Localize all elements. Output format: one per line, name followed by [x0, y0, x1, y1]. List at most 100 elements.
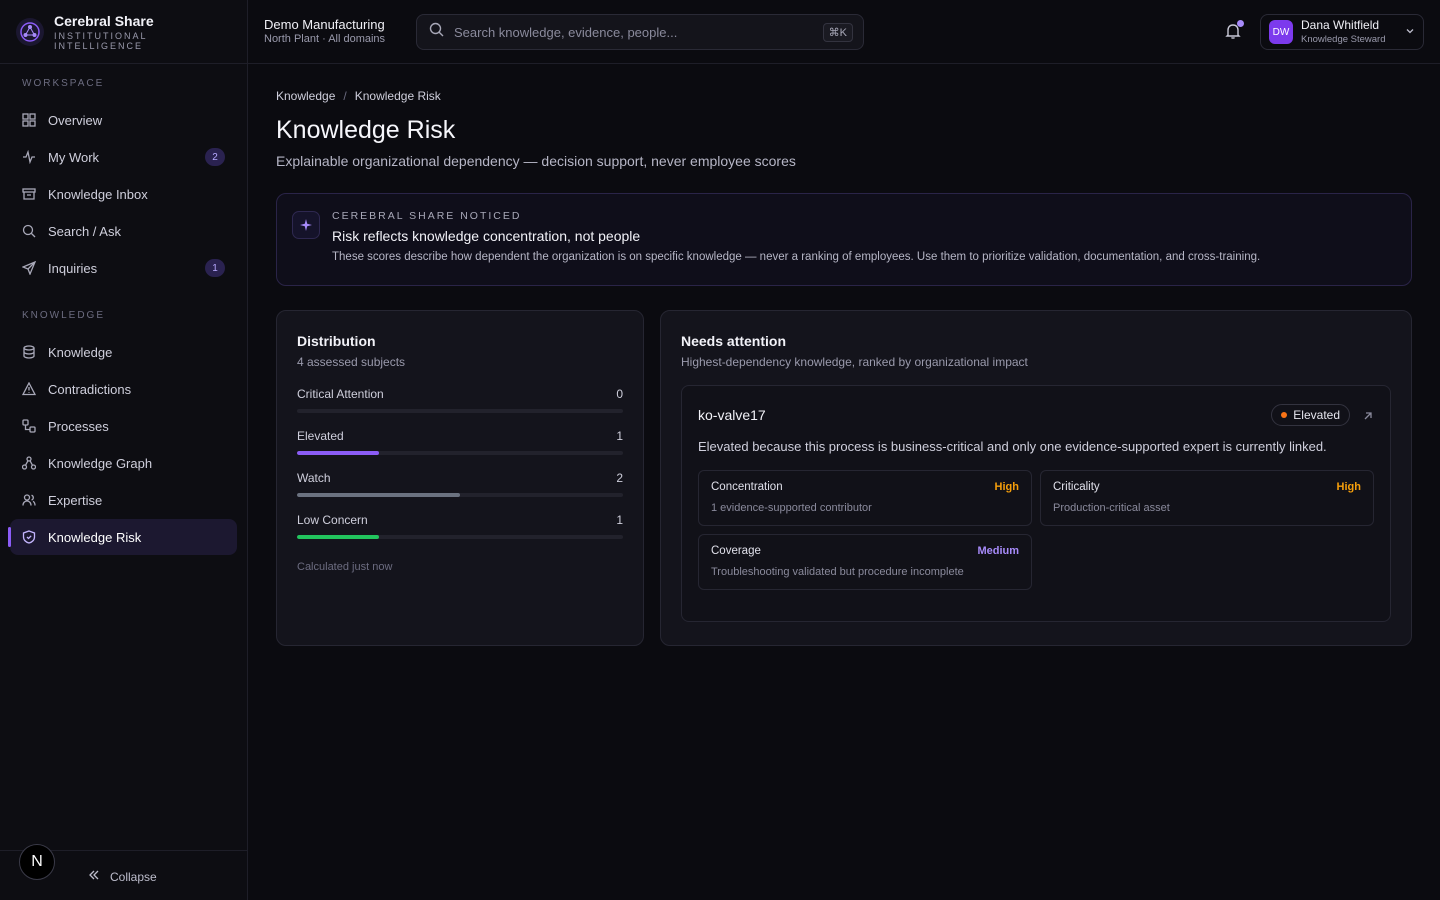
breadcrumb: Knowledge / Knowledge Risk — [276, 89, 1412, 103]
needs-attention-card: Needs attention Highest-dependency knowl… — [660, 310, 1412, 646]
sidebar-item-label: Knowledge — [48, 344, 113, 360]
distribution-bar — [297, 451, 623, 455]
avatar: DW — [1269, 20, 1293, 44]
sidebar-item-label: Processes — [48, 418, 109, 434]
grid-icon — [22, 113, 36, 127]
row-label: Watch — [297, 471, 331, 485]
sidebar-item-label: Expertise — [48, 492, 103, 508]
sidebar-item-label: Knowledge Graph — [48, 455, 153, 471]
risk-item-description: Elevated because this process is busines… — [698, 439, 1327, 454]
count-badge: 1 — [205, 259, 225, 277]
sidebar-item-inquiries[interactable]: Inquiries 1 — [10, 250, 237, 286]
breadcrumb-parent[interactable]: Knowledge — [276, 89, 335, 103]
factor-level: High — [994, 481, 1019, 493]
distribution-bar-fill — [297, 451, 379, 455]
row-count: 1 — [616, 513, 623, 527]
workflow-icon — [22, 419, 36, 433]
sidebar-item-expertise[interactable]: Expertise — [10, 482, 237, 518]
sidebar-footer: N Collapse — [0, 844, 247, 900]
factor-name: Concentration — [711, 481, 783, 493]
distribution-bar — [297, 493, 623, 497]
sidebar-item-knowledge[interactable]: Knowledge — [10, 334, 237, 370]
brand-name: Cerebral Share — [54, 12, 154, 29]
sidebar-item-label: My Work — [48, 149, 100, 165]
distribution-row-low-concern: Low Concern 1 — [297, 513, 623, 539]
factor-detail: 1 evidence-supported contributor — [711, 502, 872, 514]
brand[interactable]: Cerebral Share INSTITUTIONAL INTELLIGENC… — [0, 0, 247, 64]
sidebar-item-label: Knowledge Risk — [48, 529, 142, 545]
org-name: Demo Manufacturing — [264, 17, 385, 32]
status-badge: Elevated — [1271, 404, 1350, 426]
breadcrumb-current: Knowledge Risk — [354, 89, 441, 103]
factor-level: High — [1336, 481, 1361, 493]
sidebar-item-contradictions[interactable]: Contradictions — [10, 371, 237, 407]
external-link-icon[interactable] — [1362, 409, 1374, 421]
breadcrumb-separator: / — [343, 89, 347, 103]
database-icon — [22, 345, 36, 359]
notifications-button[interactable] — [1224, 20, 1244, 44]
notice-banner: CEREBRAL SHARE NOTICED Risk reflects kno… — [276, 193, 1412, 286]
nav-section-knowledge: KNOWLEDGE — [22, 310, 106, 321]
factor-detail: Troubleshooting validated but procedure … — [711, 566, 964, 578]
notification-dot — [1237, 20, 1244, 27]
main-content: Knowledge / Knowledge Risk Knowledge Ris… — [276, 64, 1412, 646]
topbar: Demo Manufacturing North Plant · All dom… — [248, 0, 1440, 64]
activity-icon — [22, 150, 36, 164]
sidebar-item-processes[interactable]: Processes — [10, 408, 237, 444]
count-badge: 2 — [205, 148, 225, 166]
row-label: Low Concern — [297, 513, 368, 527]
send-icon — [22, 261, 36, 275]
chevrons-left-icon — [88, 869, 100, 884]
sidebar-item-my-work[interactable]: My Work 2 — [10, 139, 237, 175]
sidebar-item-label: Search / Ask — [48, 223, 121, 239]
search-input[interactable] — [454, 24, 813, 40]
users-icon — [22, 493, 36, 507]
distribution-bar-fill — [297, 535, 379, 539]
sidebar-item-label: Overview — [48, 112, 103, 128]
sidebar-item-overview[interactable]: Overview — [10, 102, 237, 138]
sidebar-item-label: Knowledge Inbox — [48, 186, 148, 202]
shield-icon — [22, 530, 36, 544]
org-switcher[interactable]: Demo Manufacturing North Plant · All dom… — [264, 17, 385, 46]
distribution-bar-fill — [297, 493, 460, 497]
shortcut-hint: ⌘K — [822, 22, 853, 42]
warning-icon — [22, 382, 36, 396]
app-avatar[interactable]: N — [19, 844, 55, 880]
org-scope: North Plant · All domains — [264, 33, 386, 45]
notice-title: Risk reflects knowledge concentration, n… — [332, 228, 641, 244]
notice-label: CEREBRAL SHARE NOTICED — [332, 210, 522, 222]
user-menu[interactable]: DW Dana Whitfield Knowledge Steward — [1260, 14, 1424, 50]
nav-section-workspace: WORKSPACE — [22, 78, 105, 89]
search-icon — [22, 224, 36, 238]
page-title: Knowledge Risk — [276, 116, 456, 144]
needs-attention-subtitle: Highest-dependency knowledge, ranked by … — [681, 355, 1028, 369]
factor-detail: Production-critical asset — [1053, 502, 1170, 514]
sidebar-item-knowledge-graph[interactable]: Knowledge Graph — [10, 445, 237, 481]
bell-icon — [1224, 24, 1242, 44]
distribution-subtitle: 4 assessed subjects — [297, 355, 406, 369]
status-dot — [1281, 412, 1288, 418]
risk-item-name: ko-valve17 — [698, 407, 766, 423]
collapse-button[interactable]: Collapse — [88, 869, 157, 884]
user-name: Dana Whitfield — [1301, 18, 1380, 32]
status-label: Elevated — [1293, 408, 1340, 422]
sidebar: Cerebral Share INSTITUTIONAL INTELLIGENC… — [0, 0, 248, 900]
factor-name: Criticality — [1053, 481, 1100, 493]
risk-item[interactable]: ko-valve17 Elevated Elevated because thi… — [681, 385, 1391, 622]
graph-icon — [22, 456, 36, 470]
sidebar-item-search-ask[interactable]: Search / Ask — [10, 213, 237, 249]
chevron-down-icon — [1405, 23, 1415, 41]
sidebar-item-knowledge-risk[interactable]: Knowledge Risk — [8, 519, 237, 555]
factor-name: Coverage — [711, 545, 761, 557]
factor-criticality: Criticality High Production-critical asse… — [1040, 470, 1374, 526]
row-count: 1 — [616, 429, 623, 443]
search-bar[interactable]: ⌘K — [416, 14, 864, 50]
sidebar-item-knowledge-inbox[interactable]: Knowledge Inbox — [10, 176, 237, 212]
row-count: 0 — [616, 387, 623, 401]
distribution-bar — [297, 535, 623, 539]
distribution-row-elevated: Elevated 1 — [297, 429, 623, 455]
sidebar-item-label: Inquiries — [48, 260, 98, 276]
factor-concentration: Concentration High 1 evidence-supported c… — [698, 470, 1032, 526]
row-count: 2 — [616, 471, 623, 485]
collapse-label: Collapse — [110, 869, 157, 884]
